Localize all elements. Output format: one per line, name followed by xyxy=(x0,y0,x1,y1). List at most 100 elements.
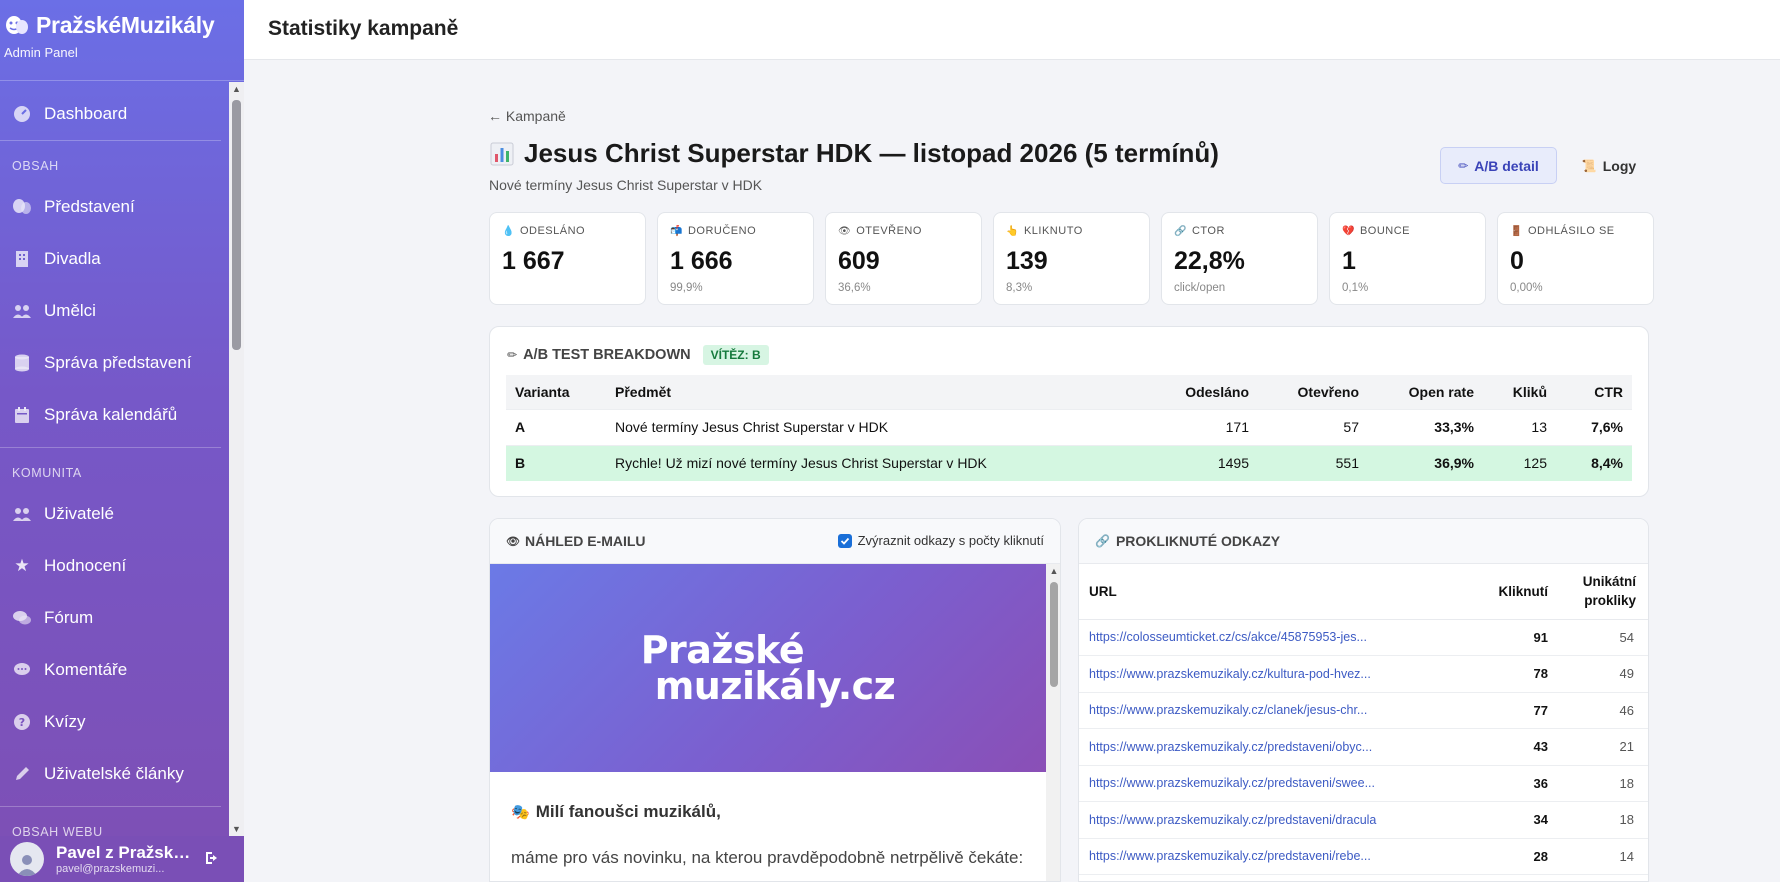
user-bar[interactable]: Pavel z Pražských muzikálů pavel@prazske… xyxy=(0,836,244,882)
table-row[interactable]: https://www.prazskemuzikaly.cz/predstave… xyxy=(1079,728,1648,766)
gauge-icon xyxy=(12,104,32,124)
link-url[interactable]: https://www.prazskemuzikaly.cz/clanek/je… xyxy=(1079,692,1468,729)
link-clicks: 36 xyxy=(1468,765,1558,802)
scroll-down-icon[interactable]: ▼ xyxy=(229,822,244,836)
open-rate-cell: 33,3% xyxy=(1368,408,1483,445)
sidebar-item-label: Kvízy xyxy=(44,712,86,731)
email-preview-card: 👁 NÁHLED E-MAILU Zvýraznit odkazy s počt… xyxy=(489,518,1061,882)
table-row[interactable]: https://www.prazskemuzikaly.cz/predstave… xyxy=(1079,838,1648,875)
table-row[interactable]: https://www.prazskemuzikaly.cz/kultura-p… xyxy=(1079,655,1648,693)
column-header: CTR xyxy=(1556,375,1632,409)
sidebar-item-shows[interactable]: Představení xyxy=(0,181,229,233)
page-header-title: Statistiky kampaně xyxy=(268,17,459,40)
email-preview-scrollbar[interactable]: ▲ xyxy=(1046,564,1060,881)
users-icon xyxy=(12,504,32,524)
scroll-up-icon[interactable]: ▲ xyxy=(1046,564,1060,578)
stat-card-opened: 👁 OTEVŘENO 609 36,6% xyxy=(825,212,982,305)
logo-line-1: Pražské xyxy=(640,628,805,672)
scrollbar-thumb[interactable] xyxy=(1050,582,1058,687)
scrollbar-thumb[interactable] xyxy=(232,100,241,350)
user-email: pavel@prazskemuzi... xyxy=(56,863,165,875)
sidebar-item-label: Dashboard xyxy=(44,104,128,123)
column-header: Otevřeno xyxy=(1258,375,1368,409)
sidebar-item-label: Fórum xyxy=(44,608,94,627)
sidebar-item-theaters[interactable]: Divadla xyxy=(0,233,229,285)
brand[interactable]: PražskéMuzikály Admin Panel xyxy=(0,0,244,81)
link-unique: 49 xyxy=(1558,655,1648,693)
link-unique: 54 xyxy=(1558,619,1648,656)
sidebar-item-ratings[interactable]: ★ Hodnocení xyxy=(0,540,229,592)
theater-masks-icon xyxy=(12,197,32,217)
email-logo: Pražské muzikály.cz xyxy=(640,628,896,705)
sidebar-item-manage-calendars[interactable]: Správa kalendářů xyxy=(0,389,229,441)
table-row[interactable]: https://colosseumticket.cz/cs/akce/45875… xyxy=(1079,619,1648,656)
logs-button[interactable]: 📜 Logy xyxy=(1574,147,1644,184)
highlight-links-label: Zvýraznit odkazy s počty kliknutí xyxy=(857,533,1044,548)
sidebar-item-label: Správa představení xyxy=(44,353,192,372)
link-url[interactable]: https://www.prazskemuzikaly.cz/predstave… xyxy=(1079,765,1468,802)
clicked-links-table: URL Kliknutí Unikátní prokliky https://c… xyxy=(1079,564,1648,875)
link-unique: 46 xyxy=(1558,692,1648,729)
email-preview-title: NÁHLED E-MAILU xyxy=(524,533,646,549)
subject-cell: Rychle! Už mizí nové termíny Jesus Chris… xyxy=(606,444,1148,481)
table-row[interactable]: https://www.prazskemuzikaly.cz/predstave… xyxy=(1079,765,1648,802)
highlight-links-toggle[interactable]: Zvýraznit odkazy s počty kliknutí xyxy=(837,533,1044,548)
brand-title: PražskéMuzikály xyxy=(36,12,215,38)
sidebar-item-users[interactable]: Uživatelé xyxy=(0,488,229,540)
sidebar-item-comments[interactable]: Komentáře xyxy=(0,644,229,696)
ctr-cell: 8,4% xyxy=(1556,444,1632,481)
stat-value: 1 667 xyxy=(502,247,565,275)
comments-icon xyxy=(12,608,32,628)
stat-sub: 36,6% xyxy=(838,282,871,294)
link-unique: 18 xyxy=(1558,801,1648,839)
clicked-links-title: PROKLIKNUTÉ ODKAZY xyxy=(1115,533,1281,549)
ctr-cell: 7,6% xyxy=(1556,408,1632,445)
highlight-links-checkbox[interactable] xyxy=(837,533,852,548)
pen-icon xyxy=(12,764,32,784)
sidebar-item-label: Umělci xyxy=(44,301,96,320)
ab-detail-button[interactable]: ✏ A/B detail xyxy=(1440,147,1557,184)
database-icon xyxy=(12,353,32,373)
table-row[interactable]: https://www.prazskemuzikaly.cz/predstave… xyxy=(1079,801,1648,839)
link-clicks: 77 xyxy=(1468,692,1558,729)
link-clicks: 91 xyxy=(1468,619,1558,656)
stat-value: 139 xyxy=(1006,247,1048,275)
stat-card-clicked: 👆 KLIKNUTO 139 8,3% xyxy=(993,212,1150,305)
opened-cell: 551 xyxy=(1258,444,1368,481)
stat-value: 0 xyxy=(1510,247,1524,275)
link-url[interactable]: https://www.prazskemuzikaly.cz/predstave… xyxy=(1079,728,1468,766)
building-icon xyxy=(12,249,32,269)
stat-sub: 0,00% xyxy=(1510,282,1543,294)
table-row[interactable]: https://www.prazskemuzikaly.cz/clanek/je… xyxy=(1079,692,1648,729)
column-header: Open rate xyxy=(1368,375,1483,409)
back-link[interactable]: ← Kampaně xyxy=(488,108,566,124)
sidebar-item-quizzes[interactable]: ? Kvízy xyxy=(0,696,229,748)
sidebar-item-dashboard[interactable]: Dashboard xyxy=(0,88,229,140)
sidebar-item-label: Divadla xyxy=(44,249,101,268)
ab-test-card: ✏ A/B TEST BREAKDOWN VÍTĚZ: B Varianta P… xyxy=(489,326,1649,497)
stat-sub: 8,3% xyxy=(1006,282,1033,294)
users-icon xyxy=(12,301,32,321)
stat-value: 22,8% xyxy=(1174,247,1245,275)
logout-icon[interactable] xyxy=(204,850,222,871)
scroll-up-icon[interactable]: ▲ xyxy=(229,82,244,96)
star-icon: ★ xyxy=(14,556,30,575)
section-title: OBSAH WEBU xyxy=(12,825,103,836)
sidebar-item-manage-shows[interactable]: Správa představení xyxy=(0,337,229,389)
sidebar-item-forum[interactable]: Fórum xyxy=(0,592,229,644)
email-greeting: 🎭 Milí fanoušci muzikálů, xyxy=(511,802,721,822)
stat-label: ODESLÁNO xyxy=(519,225,586,237)
link-unique: 18 xyxy=(1558,765,1648,802)
mailbox-icon: 📬 xyxy=(670,225,683,237)
link-url[interactable]: https://www.prazskemuzikaly.cz/predstave… xyxy=(1079,838,1468,875)
winner-badge: VÍTĚZ: B xyxy=(702,345,769,365)
theater-masks-icon xyxy=(4,13,30,39)
sidebar-item-user-articles[interactable]: Uživatelské články xyxy=(0,748,229,800)
link-url[interactable]: https://www.prazskemuzikaly.cz/kultura-p… xyxy=(1079,655,1468,693)
link-url[interactable]: https://colosseumticket.cz/cs/akce/45875… xyxy=(1079,619,1468,656)
sidebar-item-artists[interactable]: Umělci xyxy=(0,285,229,337)
stat-label: ODHLÁSILO SE xyxy=(1527,225,1615,237)
link-url[interactable]: https://www.prazskemuzikaly.cz/predstave… xyxy=(1079,801,1468,839)
sidebar-scrollbar[interactable]: ▲ ▼ xyxy=(229,82,244,836)
sidebar-menu: Dashboard OBSAH Představení Divadla Uměl… xyxy=(0,82,229,836)
